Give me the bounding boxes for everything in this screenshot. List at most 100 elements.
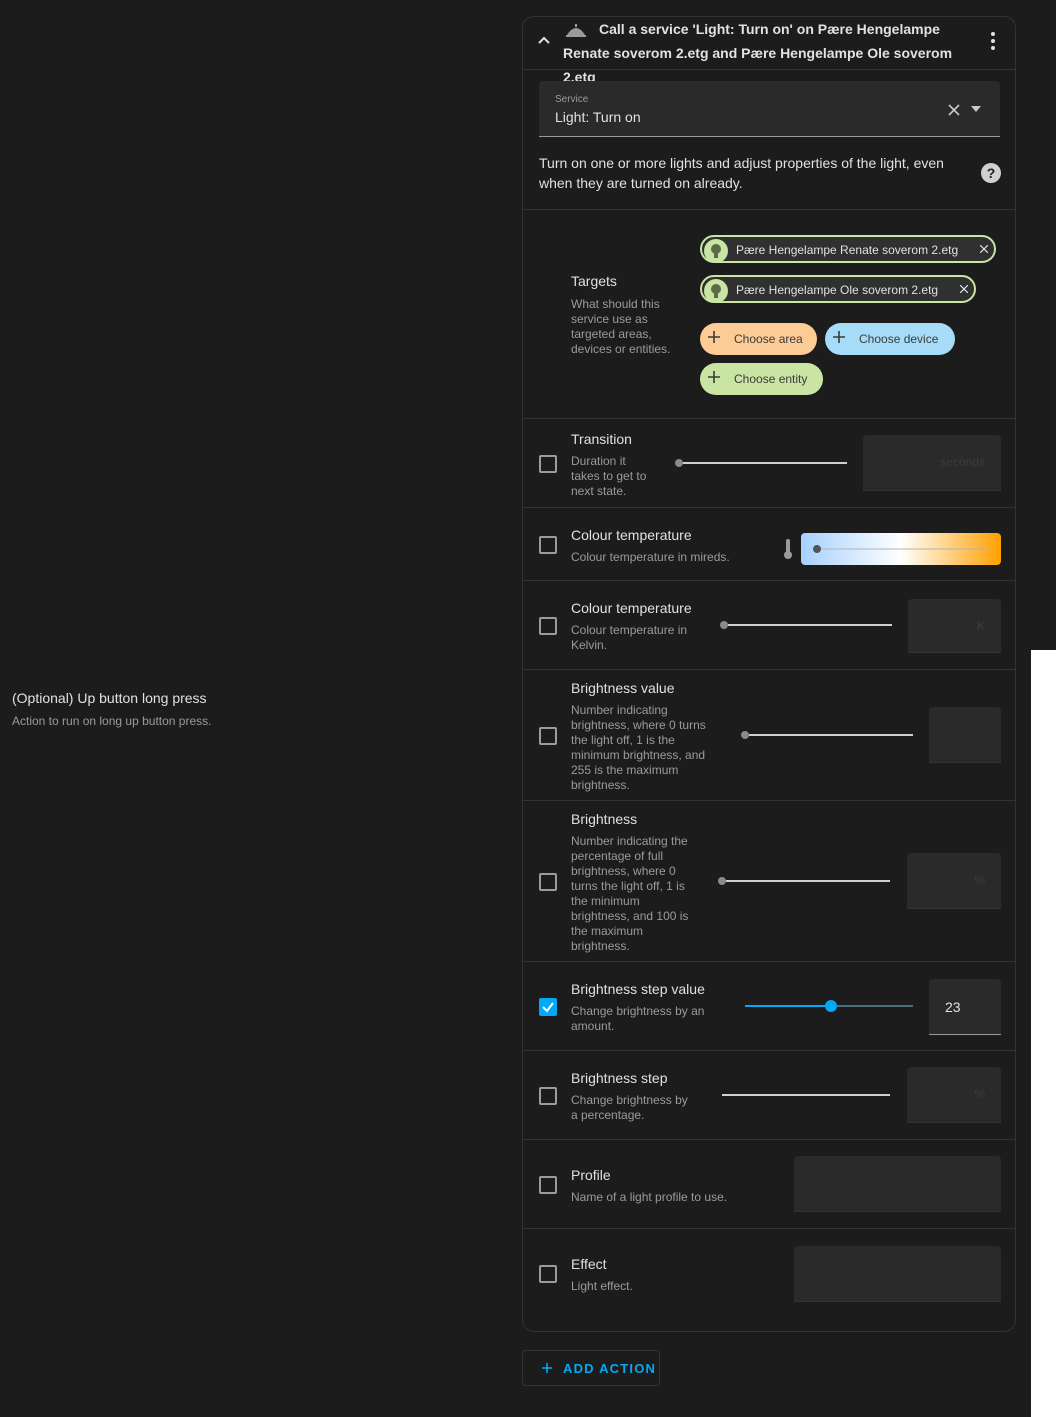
brightness-step-value-description: Change brightness by an amount. — [571, 1004, 705, 1033]
close-icon[interactable] — [948, 104, 960, 116]
service-label: Service — [555, 94, 589, 105]
action-header[interactable]: Call a service 'Light: Turn on' on Pære … — [523, 17, 1017, 85]
brightness-checkbox[interactable] — [539, 873, 557, 891]
targets-description: What should this service use as targeted… — [571, 297, 671, 356]
brightness-step-value-checkbox[interactable] — [539, 998, 557, 1016]
profile-title: Profile — [571, 1167, 611, 1183]
divider — [523, 418, 1015, 419]
chip-label: Choose area — [734, 332, 803, 346]
brightness-description: Number indicating the percentage of full… — [571, 834, 689, 953]
divider — [523, 69, 1015, 70]
chevron-up-icon[interactable] — [537, 33, 551, 47]
add-action-button[interactable]: ADD ACTION — [522, 1350, 660, 1386]
slider-knob[interactable] — [813, 545, 821, 553]
svg-text:?: ? — [987, 165, 996, 181]
effect-description: Light effect. — [571, 1279, 633, 1293]
color-temp-checkbox[interactable] — [539, 536, 557, 554]
slider-knob[interactable] — [720, 621, 728, 629]
kelvin-checkbox[interactable] — [539, 617, 557, 635]
choose-device-button[interactable]: Choose device — [825, 323, 955, 355]
divider — [523, 580, 1015, 581]
kelvin-slider[interactable] — [728, 624, 892, 626]
choose-entity-button[interactable]: Choose entity — [700, 363, 823, 395]
slider-knob[interactable] — [718, 877, 726, 885]
divider — [523, 961, 1015, 962]
profile-checkbox[interactable] — [539, 1176, 557, 1194]
brightness-title: Brightness — [571, 811, 638, 827]
brightness-value-slider[interactable] — [749, 734, 913, 736]
effect-title: Effect — [571, 1256, 607, 1272]
window-edge — [1031, 650, 1056, 1417]
slider-knob[interactable] — [741, 731, 749, 739]
more-vert-icon[interactable] — [985, 31, 1001, 51]
brightness-value-description: Number indicating brightness, where 0 tu… — [571, 703, 706, 792]
input-suffix: % — [974, 1087, 985, 1101]
brightness-value-title: Brightness value — [571, 680, 675, 696]
choose-area-button[interactable]: Choose area — [700, 323, 817, 355]
slider-knob[interactable] — [825, 1000, 837, 1012]
plus-icon — [708, 331, 720, 343]
action-title: Call a service 'Light: Turn on' on Pære … — [563, 21, 953, 85]
plus-icon — [708, 371, 720, 383]
divider — [523, 1050, 1015, 1051]
kelvin-title: Colour temperature — [571, 600, 692, 616]
input-suffix: K — [976, 619, 985, 633]
section-description: Action to run on long up button press. — [12, 714, 212, 728]
slider-knob[interactable] — [675, 459, 683, 467]
add-action-label: ADD ACTION — [563, 1361, 657, 1376]
target-entity-chip[interactable]: Pære Hengelampe Ole soverom 2.etg — [700, 275, 976, 303]
brightness-step-description: Change brightness by a percentage. — [571, 1093, 688, 1122]
transition-input[interactable]: seconds — [863, 435, 1001, 491]
transition-checkbox[interactable] — [539, 455, 557, 473]
input-value: 23 — [945, 999, 961, 1015]
service-select[interactable]: Service Light: Turn on — [539, 81, 1000, 137]
chip-label: Choose device — [859, 332, 939, 346]
target-entity-chip[interactable]: Pære Hengelampe Renate soverom 2.etg — [700, 235, 996, 263]
profile-description: Name of a light profile to use. — [571, 1190, 728, 1204]
brightness-slider[interactable] — [726, 880, 890, 882]
action-card: Call a service 'Light: Turn on' on Pære … — [522, 16, 1016, 1332]
plus-icon — [542, 1363, 552, 1373]
transition-description: Duration it takes to get to next state. — [571, 454, 647, 498]
transition-title: Transition — [571, 431, 632, 447]
slider-track — [817, 548, 987, 550]
color-temp-slider[interactable] — [801, 533, 1001, 565]
brightness-step-title: Brightness step — [571, 1070, 668, 1086]
service-description: Turn on one or more lights and adjust pr… — [539, 155, 944, 191]
kelvin-input[interactable]: K — [908, 599, 1001, 653]
brightness-step-value-input[interactable]: 23 — [929, 979, 1001, 1035]
service-value: Light: Turn on — [555, 109, 641, 125]
divider — [523, 800, 1015, 801]
lightbulb-icon — [704, 279, 728, 303]
transition-slider[interactable] — [683, 462, 847, 464]
effect-input[interactable] — [794, 1246, 1001, 1302]
chip-label: Pære Hengelampe Ole soverom 2.etg — [736, 283, 939, 297]
help-icon[interactable]: ? — [980, 162, 1002, 184]
targets-title: Targets — [571, 273, 617, 289]
divider — [523, 1228, 1015, 1229]
up-button-long-press-section: (Optional) Up button long press Action t… — [12, 690, 211, 728]
input-suffix: seconds — [940, 455, 985, 469]
lightbulb-icon — [704, 239, 728, 263]
color-temp-title: Colour temperature — [571, 527, 692, 543]
close-icon[interactable] — [960, 285, 968, 293]
thermometer-icon — [784, 539, 792, 559]
effect-checkbox[interactable] — [539, 1265, 557, 1283]
brightness-value-input[interactable] — [929, 707, 1001, 763]
divider — [523, 209, 1015, 210]
brightness-step-checkbox[interactable] — [539, 1087, 557, 1105]
profile-input[interactable] — [794, 1156, 1001, 1212]
brightness-input[interactable]: % — [907, 853, 1001, 909]
check-icon — [542, 1002, 554, 1013]
brightness-value-checkbox[interactable] — [539, 727, 557, 745]
brightness-step-input[interactable]: % — [907, 1067, 1001, 1123]
slider-active-track — [745, 1005, 831, 1007]
dropdown-icon[interactable] — [971, 106, 981, 112]
divider — [523, 1139, 1015, 1140]
close-icon[interactable] — [980, 245, 988, 253]
room-service-icon — [566, 24, 586, 37]
brightness-step-slider[interactable] — [722, 1094, 890, 1096]
chip-label: Choose entity — [734, 372, 808, 386]
brightness-step-value-title: Brightness step value — [571, 981, 705, 997]
section-title: (Optional) Up button long press — [12, 690, 207, 706]
